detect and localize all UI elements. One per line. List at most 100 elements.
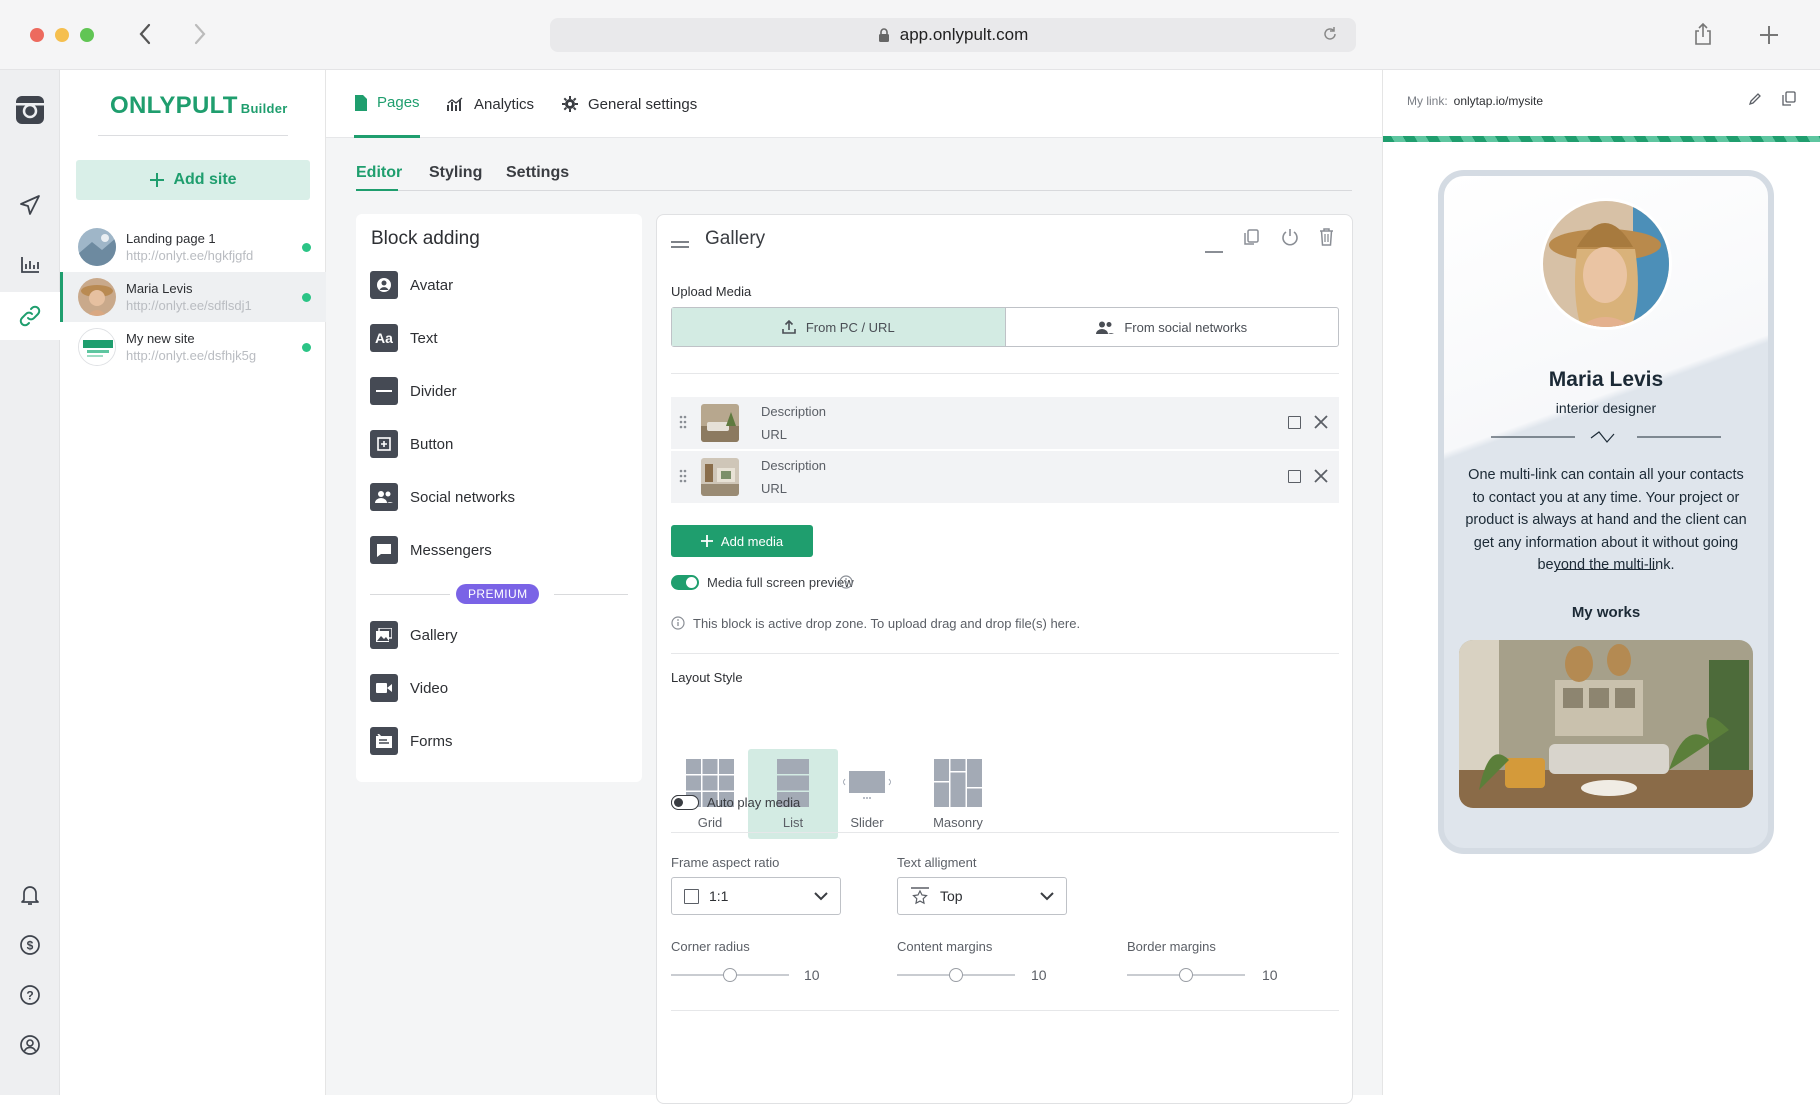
site-avatar xyxy=(78,278,116,316)
text-alignment-value: Top xyxy=(940,888,963,904)
analytics-icon[interactable] xyxy=(0,245,60,285)
media-item-row: Description URL xyxy=(671,451,1339,503)
copy-icon[interactable] xyxy=(1244,229,1259,251)
block-divider-label: Divider xyxy=(410,382,457,400)
block-forms[interactable]: Forms xyxy=(370,726,453,756)
layout-style-label: Layout Style xyxy=(671,670,743,685)
subtab-settings[interactable]: Settings xyxy=(506,164,569,182)
add-media-button[interactable]: Add media xyxy=(671,525,813,557)
site-item-landing-page[interactable]: Landing page 1 http://onlyt.ee/hgkfjgfd xyxy=(60,222,326,272)
from-social-networks-label: From social networks xyxy=(1124,319,1248,335)
media-full-screen-toggle[interactable] xyxy=(671,575,699,590)
media-url[interactable]: URL xyxy=(761,427,826,442)
block-forms-label: Forms xyxy=(410,732,453,750)
forward-arrow-icon[interactable] xyxy=(193,22,207,51)
power-icon[interactable] xyxy=(1281,228,1299,251)
my-link-value[interactable]: onlytap.io/mysite xyxy=(1454,94,1543,108)
add-site-label: Add site xyxy=(173,171,237,188)
media-description[interactable]: Description xyxy=(761,458,826,473)
from-social-networks-tab[interactable]: From social networks xyxy=(1006,308,1339,346)
block-video-label: Video xyxy=(410,679,449,697)
add-site-button[interactable]: Add site xyxy=(76,160,310,200)
slider-knob[interactable] xyxy=(723,968,737,982)
maximize-window-button[interactable] xyxy=(80,28,94,42)
from-pc-url-tab[interactable]: From PC / URL xyxy=(672,308,1006,346)
edit-icon[interactable] xyxy=(1748,92,1762,111)
link-icon[interactable] xyxy=(0,292,60,340)
text-alignment-select[interactable]: Top xyxy=(897,877,1067,915)
frame-aspect-ratio-select[interactable]: 1:1 xyxy=(671,877,841,915)
add-media-label: Add media xyxy=(720,533,784,549)
reload-icon[interactable] xyxy=(1322,26,1338,47)
layout-option-slider[interactable]: Slider xyxy=(822,749,912,839)
content-margins-slider[interactable] xyxy=(897,965,1015,985)
tab-analytics[interactable]: Analytics xyxy=(446,70,534,138)
back-arrow-icon[interactable] xyxy=(138,22,152,51)
block-social-networks[interactable]: Social networks xyxy=(370,482,515,512)
block-gallery[interactable]: Gallery xyxy=(370,620,458,650)
block-text-label: Text xyxy=(410,329,438,347)
border-margins-slider[interactable] xyxy=(1127,965,1245,985)
media-checkbox[interactable] xyxy=(1288,416,1301,429)
info-icon[interactable] xyxy=(839,575,853,594)
layout-grid-label: Grid xyxy=(697,814,723,830)
media-checkbox[interactable] xyxy=(1288,470,1301,483)
phone-preview: Maria Levis interior designer One multi-… xyxy=(1438,170,1774,854)
bell-icon[interactable] xyxy=(0,875,60,915)
layout-slider-label: Slider xyxy=(850,814,884,830)
block-messengers-label: Messengers xyxy=(410,541,492,559)
status-dot xyxy=(302,293,311,302)
layout-option-masonry[interactable]: Masonry xyxy=(913,749,1003,839)
remove-icon[interactable] xyxy=(1314,469,1328,488)
drag-handle-icon[interactable] xyxy=(679,415,687,434)
new-tab-icon[interactable] xyxy=(1758,24,1780,51)
block-button[interactable]: Button xyxy=(370,429,453,459)
send-icon[interactable] xyxy=(0,185,60,225)
slider-knob[interactable] xyxy=(949,968,963,982)
share-icon[interactable] xyxy=(1693,22,1713,51)
address-bar[interactable]: app.onlypult.com xyxy=(550,18,1356,52)
site-name: Landing page 1 xyxy=(126,231,216,246)
section-divider xyxy=(671,373,1339,374)
slider-knob[interactable] xyxy=(1179,968,1193,982)
minimize-window-button[interactable] xyxy=(55,28,69,42)
account-icon[interactable] xyxy=(0,1025,60,1065)
block-messengers[interactable]: Messengers xyxy=(370,535,492,565)
remove-icon[interactable] xyxy=(1314,415,1328,434)
premium-divider-left xyxy=(370,594,450,595)
tab-pages[interactable]: Pages xyxy=(354,70,420,138)
instagram-icon[interactable] xyxy=(0,90,60,130)
media-description[interactable]: Description xyxy=(761,404,826,419)
block-gallery-label: Gallery xyxy=(410,626,458,644)
block-video[interactable]: Video xyxy=(370,673,448,703)
site-item-maria-levis[interactable]: Maria Levis http://onlyt.ee/sdflsdj1 xyxy=(60,272,326,322)
collapse-icon[interactable] xyxy=(1205,240,1223,258)
upload-media-label: Upload Media xyxy=(671,284,752,299)
subtab-styling[interactable]: Styling xyxy=(429,164,482,182)
trash-icon[interactable] xyxy=(1319,228,1334,251)
site-name: My new site xyxy=(126,331,195,346)
close-window-button[interactable] xyxy=(30,28,44,42)
layout-option-grid[interactable]: Grid xyxy=(665,749,755,839)
block-text[interactable]: Aa Text xyxy=(370,323,438,353)
gallery-preview-image[interactable] xyxy=(1459,640,1753,808)
help-icon[interactable]: ? xyxy=(0,975,60,1015)
drag-handle-icon[interactable] xyxy=(679,469,687,488)
premium-badge: PREMIUM xyxy=(456,584,540,604)
block-divider[interactable]: Divider xyxy=(370,376,457,406)
block-adding-title: Block adding xyxy=(371,228,480,249)
drag-handle-icon[interactable] xyxy=(671,236,689,254)
info-icon xyxy=(671,616,685,635)
media-url[interactable]: URL xyxy=(761,481,826,496)
block-avatar[interactable]: Avatar xyxy=(370,270,453,300)
site-item-my-new-site[interactable]: My new site http://onlyt.ee/dsfhjk5g xyxy=(60,322,326,372)
billing-icon[interactable]: $ xyxy=(0,925,60,965)
site-url: http://onlyt.ee/hgkfjgfd xyxy=(126,248,254,263)
file-icon xyxy=(355,94,367,111)
corner-radius-slider[interactable] xyxy=(671,965,789,985)
subtab-editor[interactable]: Editor xyxy=(356,164,402,182)
tab-general-settings[interactable]: General settings xyxy=(562,70,697,138)
layout-list-label: List xyxy=(782,814,804,830)
drop-zone-note: This block is active drop zone. To uploa… xyxy=(693,616,1081,631)
copy-icon[interactable] xyxy=(1782,91,1796,111)
